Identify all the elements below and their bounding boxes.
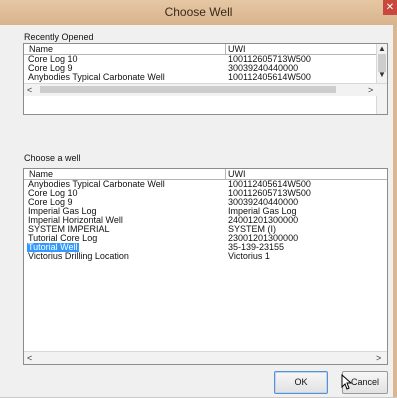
scroll-left-icon[interactable]: <: [27, 352, 32, 364]
mouse-pointer-icon: [341, 374, 352, 390]
choose-header-uwi[interactable]: UWI: [228, 169, 246, 179]
scroll-right-icon[interactable]: >: [376, 352, 381, 364]
choose-header-name[interactable]: Name: [29, 169, 53, 179]
choose-horizontal-scrollbar[interactable]: < >: [24, 351, 387, 364]
close-icon[interactable]: ✕: [383, 0, 397, 15]
recent-vertical-scrollbar[interactable]: ▲ ▼: [376, 44, 387, 114]
recent-row[interactable]: Core Log 10 100112605713W500: [24, 55, 387, 64]
well-row[interactable]: Victorius Drilling Location Victorius 1: [24, 252, 387, 261]
scroll-down-icon[interactable]: ▼: [377, 70, 387, 79]
well-row[interactable]: Tutorial Core Log 23001201300000: [24, 234, 387, 243]
title-bar: Choose Well ✕: [0, 0, 397, 26]
recent-row-uwi: 100112405614W500: [228, 72, 311, 82]
well-row-uwi: Victorius 1: [228, 251, 270, 261]
recently-opened-list[interactable]: Name UWI Core Log 10 100112605713W500 Co…: [23, 43, 388, 115]
dialog-body: Recently Opened Name UWI Core Log 10 100…: [0, 25, 397, 398]
recently-opened-label: Recently Opened: [24, 32, 94, 42]
choose-well-label: Choose a well: [24, 153, 81, 163]
header-divider[interactable]: [225, 169, 226, 179]
recent-header-uwi[interactable]: UWI: [228, 44, 246, 54]
well-row-name: Victorius Drilling Location: [28, 251, 129, 261]
recent-header-name[interactable]: Name: [29, 44, 53, 54]
well-row[interactable]: Anybodies Typical Carbonate Well 1001124…: [24, 180, 387, 189]
scroll-thumb[interactable]: [40, 86, 336, 93]
recent-horizontal-scrollbar[interactable]: < >: [24, 83, 387, 96]
well-row[interactable]: Core Log 10 100112605713W500: [24, 189, 387, 198]
recent-header: Name UWI: [24, 44, 387, 55]
recent-row-name: Anybodies Typical Carbonate Well: [28, 72, 165, 82]
choose-well-list[interactable]: Name UWI Anybodies Typical Carbonate Wel…: [23, 168, 388, 365]
header-divider[interactable]: [225, 44, 226, 54]
recent-row[interactable]: Anybodies Typical Carbonate Well 1001124…: [24, 73, 387, 82]
scroll-left-icon[interactable]: <: [27, 84, 32, 96]
window-title: Choose Well: [164, 5, 233, 19]
scroll-up-icon[interactable]: ▲: [377, 44, 387, 53]
scroll-right-icon[interactable]: >: [368, 84, 373, 96]
ok-button[interactable]: OK: [274, 371, 328, 394]
